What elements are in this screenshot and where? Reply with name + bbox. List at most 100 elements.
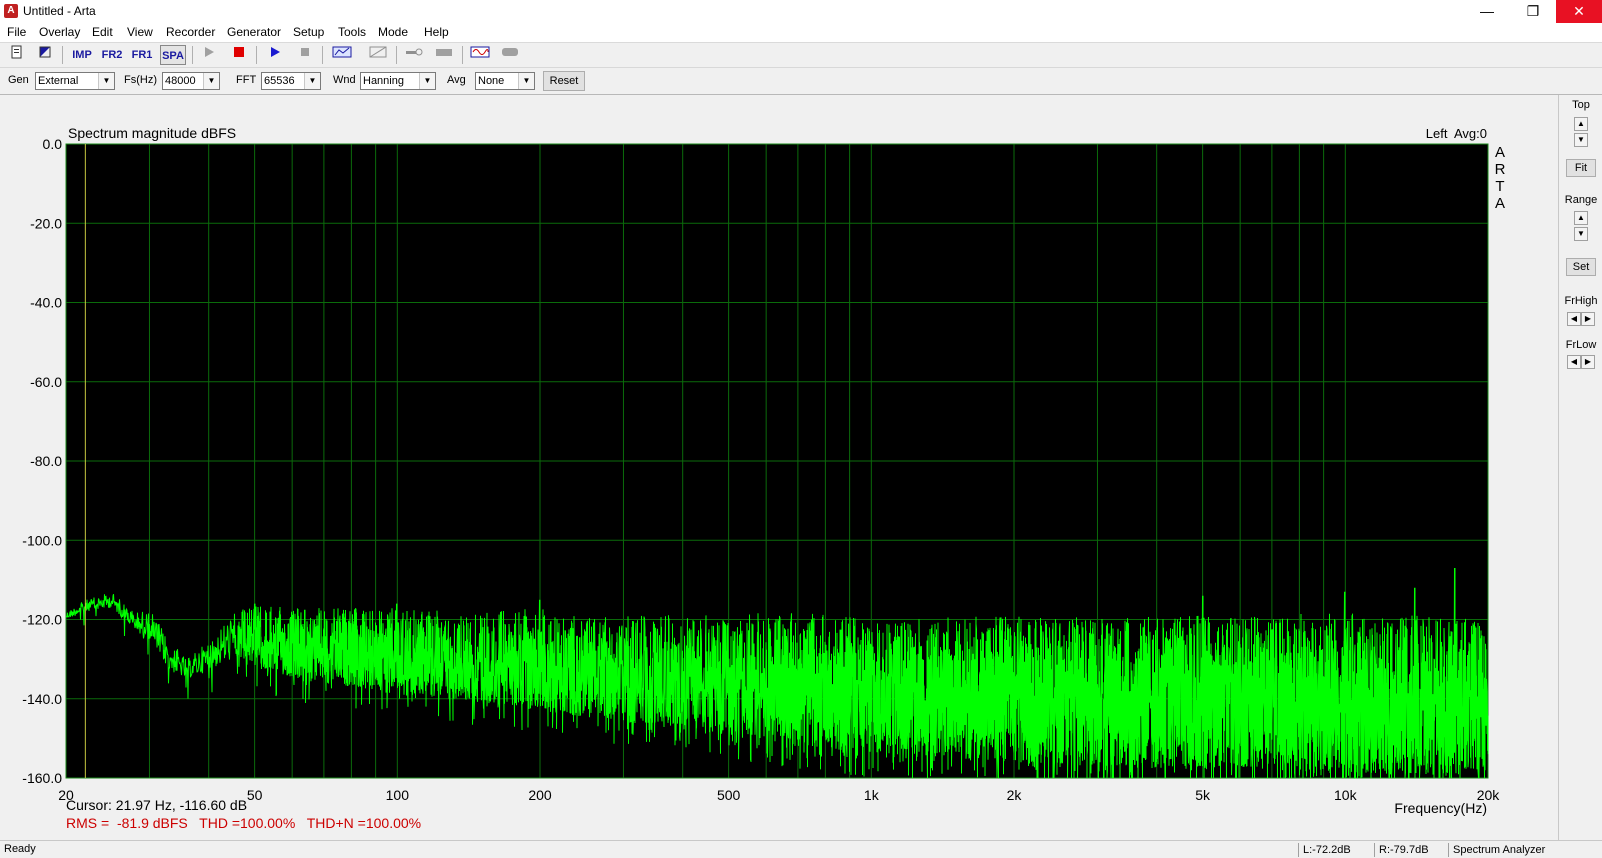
fs-label: Fs(Hz) [124, 74, 157, 86]
x-tick-label: 5k [1195, 787, 1211, 803]
x-tick-label: 100 [386, 787, 410, 803]
frhigh-left-spinner[interactable]: ◀ [1567, 312, 1581, 326]
avg-value: None [478, 75, 505, 87]
y-tick-label: -140.0 [22, 691, 62, 707]
menu-recorder[interactable]: Recorder [166, 25, 215, 39]
avg-select[interactable]: None ▼ [475, 72, 535, 90]
top-up-spinner[interactable]: ▲ [1574, 117, 1588, 131]
y-tick-label: -80.0 [30, 453, 62, 469]
frlow-right-spinner[interactable]: ▶ [1581, 355, 1595, 369]
x-tick-label: 50 [247, 787, 263, 803]
new-file-icon[interactable] [6, 45, 28, 65]
chevron-down-icon: ▼ [419, 73, 435, 89]
frhigh-label: FrHigh [1564, 295, 1598, 307]
window-title: Untitled - Arta [23, 4, 96, 18]
range-down-spinner[interactable]: ▼ [1574, 227, 1588, 241]
impulse-mode-button[interactable]: IMP [70, 45, 94, 65]
mode-readout: Spectrum Analyzer [1448, 843, 1598, 857]
wnd-value: Hanning [363, 75, 404, 87]
frhigh-right-spinner[interactable]: ▶ [1581, 312, 1595, 326]
cursor-readout: Cursor: 21.97 Hz, -116.60 dB [66, 797, 247, 813]
menu-setup[interactable]: Setup [293, 25, 324, 39]
watermark-letter: A [1495, 144, 1505, 161]
menu-generator[interactable]: Generator [227, 25, 281, 39]
x-tick-label: 500 [717, 787, 741, 803]
chevron-down-icon: ▼ [518, 73, 534, 89]
stop-icon[interactable] [294, 45, 316, 65]
start-icon[interactable] [264, 45, 286, 65]
avg-label: Avg [447, 74, 466, 86]
stats-readout: RMS = -81.9 dBFS THD =100.00% THD+N =100… [66, 815, 421, 831]
fit-button[interactable]: Fit [1566, 159, 1596, 177]
wnd-label: Wnd [333, 74, 356, 86]
right-control-panel: Top ▲ ▼ Fit Range ▲ ▼ Set FrHigh ◀ ▶ FrL… [1558, 95, 1602, 840]
wnd-select[interactable]: Hanning ▼ [360, 72, 436, 90]
chevron-down-icon: ▼ [98, 73, 114, 89]
x-tick-label: 200 [528, 787, 552, 803]
status-bar: Ready L:-72.2dB R:-79.7dB Spectrum Analy… [0, 840, 1602, 858]
top-label: Top [1572, 99, 1590, 111]
measurement-controls: Gen External ▼ Fs(Hz) 48000 ▼ FFT 65536 ▼ W… [0, 68, 1602, 95]
menu-edit[interactable]: Edit [92, 25, 113, 39]
overlay-icon[interactable] [366, 45, 390, 65]
arta-app-icon: A [4, 4, 18, 18]
y-tick-label: 0.0 [43, 136, 63, 152]
x-axis-label: Frequency(Hz) [1394, 800, 1487, 816]
menu-overlay[interactable]: Overlay [39, 25, 80, 39]
fft-select[interactable]: 65536 ▼ [261, 72, 321, 90]
freq-response-1-button[interactable]: FR1 [130, 45, 154, 65]
range-label: Range [1564, 194, 1598, 206]
set-button[interactable]: Set [1566, 258, 1596, 276]
y-tick-label: -40.0 [30, 295, 62, 311]
y-tick-label: -100.0 [22, 532, 62, 548]
probe-icon[interactable] [402, 45, 426, 65]
fs-value: 48000 [165, 75, 196, 87]
y-tick-label: -60.0 [30, 374, 62, 390]
title-bar: A Untitled - Arta — ❐ ✕ [0, 0, 1602, 23]
top-down-spinner[interactable]: ▼ [1574, 133, 1588, 147]
x-tick-label: 10k [1334, 787, 1358, 803]
y-tick-label: -120.0 [22, 612, 62, 628]
x-tick-label: 1k [864, 787, 880, 803]
fft-value: 65536 [264, 75, 295, 87]
gen-select[interactable]: External ▼ [35, 72, 115, 90]
reset-button[interactable]: Reset [543, 71, 585, 91]
spectrum-mode-button[interactable]: SPA [160, 45, 186, 65]
spectrum-chart[interactable]: 0.0 -20.0 -40.0 -60.0 -80.0 -100.0 -120.0 -140.… [0, 95, 1557, 840]
freq-response-2-button[interactable]: FR2 [100, 45, 124, 65]
abc-scale-icon[interactable] [330, 45, 354, 65]
chart-title: Spectrum magnitude dBFS [68, 125, 236, 141]
frlow-label: FrLow [1565, 339, 1597, 351]
monitor-icon[interactable] [498, 45, 522, 65]
left-level-readout: L:-72.2dB [1298, 843, 1372, 857]
close-button[interactable]: ✕ [1556, 0, 1602, 23]
frlow-left-spinner[interactable]: ◀ [1567, 355, 1581, 369]
chevron-down-icon: ▼ [304, 73, 320, 89]
play-icon[interactable] [198, 45, 220, 65]
menu-bar: File Overlay Edit View Recorder Generato… [0, 23, 1602, 43]
menu-mode[interactable]: Mode [378, 25, 408, 39]
maximize-button[interactable]: ❐ [1510, 0, 1556, 23]
spectrum-plot-panel: 0.0 -20.0 -40.0 -60.0 -80.0 -100.0 -120.0 -140.… [0, 95, 1557, 840]
generator-icon[interactable] [468, 45, 492, 65]
fft-label: FFT [236, 74, 257, 86]
right-level-readout: R:-79.7dB [1374, 843, 1446, 857]
minimize-button[interactable]: — [1464, 0, 1510, 23]
meter-icon[interactable] [432, 45, 456, 65]
chevron-down-icon: ▼ [203, 73, 219, 89]
watermark-letter: A [1495, 195, 1505, 212]
menu-file[interactable]: File [7, 25, 26, 39]
menu-view[interactable]: View [127, 25, 153, 39]
record-stop-icon[interactable] [228, 45, 250, 65]
menu-tools[interactable]: Tools [338, 25, 366, 39]
watermark-letter: R [1495, 161, 1506, 178]
range-up-spinner[interactable]: ▲ [1574, 211, 1588, 225]
open-file-icon[interactable] [34, 45, 56, 65]
gen-label: Gen [8, 74, 29, 86]
x-tick-label: 2k [1007, 787, 1023, 803]
gen-value: External [38, 75, 79, 87]
fs-select[interactable]: 48000 ▼ [162, 72, 220, 90]
watermark-letter: T [1495, 178, 1504, 195]
menu-help[interactable]: Help [424, 25, 449, 39]
channel-info: Left Avg:0 [1426, 126, 1487, 141]
